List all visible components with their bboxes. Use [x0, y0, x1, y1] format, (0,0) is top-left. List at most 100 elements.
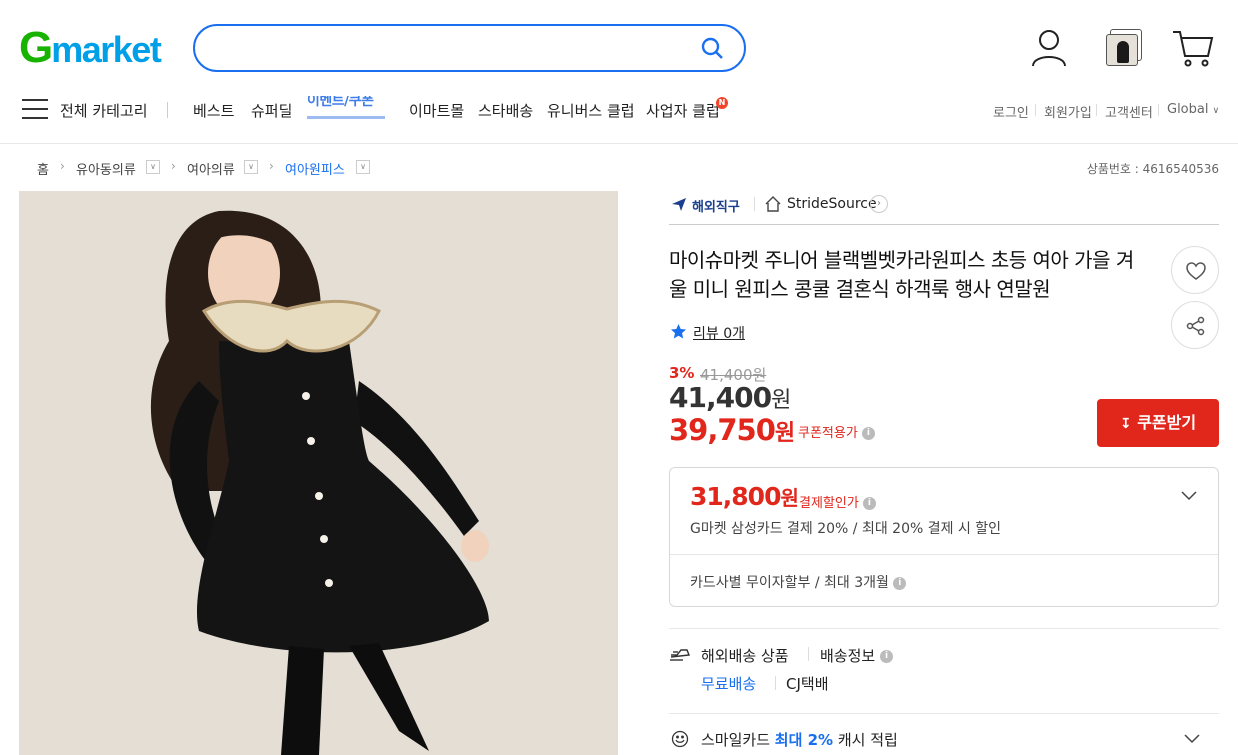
info-icon[interactable]: i [862, 497, 876, 510]
coupon-price: 39,750원 [669, 413, 795, 447]
share-icon [1186, 316, 1205, 336]
star-icon [671, 324, 686, 339]
product-photo [19, 191, 618, 755]
coupon-price-value: 39,750 [669, 413, 776, 447]
breadcrumb-dropdown[interactable]: ∨ [146, 160, 160, 174]
get-coupon-button[interactable]: ↧ 쿠폰받기 [1097, 399, 1219, 447]
menu-icon[interactable] [22, 99, 48, 121]
customer-center-link[interactable]: 고객센터 [1105, 102, 1153, 121]
smile-suffix: 캐시 적립 [837, 731, 898, 749]
seller-arrow-icon[interactable]: › [870, 195, 888, 213]
payment-benefit-box[interactable]: 31,800원 결제할인가 i G마켓 삼성카드 결제 20% / 최대 20%… [669, 467, 1219, 607]
nav-divider [167, 102, 168, 118]
nav-emart[interactable]: 이마트몰 [409, 100, 464, 121]
shipping-type: 해외배송 상품 [701, 647, 789, 665]
payment-price-unit: 원 [780, 486, 798, 510]
smile-prefix: 스마일카드 [701, 731, 771, 749]
login-link[interactable]: 로그인 [993, 102, 1029, 121]
breadcrumb-arrow-icon: › [269, 159, 274, 173]
payment-discount-label: 결제할인가 i [799, 492, 876, 511]
new-badge: N [716, 97, 728, 109]
chevron-down-icon: ∨ [1212, 106, 1220, 116]
sale-price-value: 41,400 [669, 381, 772, 414]
info-icon[interactable]: i [861, 427, 875, 440]
breadcrumb-item-dress[interactable]: 여아원피스 [285, 159, 345, 178]
nav-star-delivery[interactable]: 스타배송 [478, 100, 533, 121]
shipping-info-text: 배송정보 [820, 647, 876, 665]
breadcrumb-dropdown[interactable]: ∨ [356, 160, 370, 174]
breadcrumb-item-girls[interactable]: 여아의류 [187, 159, 235, 178]
divider [808, 647, 809, 661]
shipping-carrier: CJ택배 [786, 675, 829, 693]
logo-text: market [51, 29, 162, 70]
nav-business-club[interactable]: 사업자 클럽 [646, 100, 720, 121]
breadcrumb-item-kids[interactable]: 유아동의류 [76, 159, 136, 178]
smile-icon [671, 730, 689, 748]
overseas-direct-label: 해외직구 [692, 200, 740, 215]
divider [670, 554, 1218, 555]
search-input[interactable] [215, 36, 685, 60]
sale-price-unit: 원 [771, 388, 791, 413]
logo-g: G [19, 23, 53, 72]
breadcrumb-arrow-icon: › [171, 159, 176, 173]
smile-card-cashback: 스마일카드 최대 2% 캐시 적립 [701, 729, 898, 750]
product-title: 마이슈마켓 주니어 블랙벨벳카라원피스 초등 여아 가을 겨울 미니 원피스 콩… [669, 248, 1134, 301]
user-icon[interactable] [1027, 26, 1071, 70]
download-icon: ↧ [1119, 416, 1132, 432]
divider [669, 224, 1219, 225]
wishlist-button[interactable] [1171, 246, 1219, 294]
shipping-icon [670, 649, 690, 661]
util-divider [1035, 104, 1036, 116]
card-discount-desc: G마켓 삼성카드 결제 20% / 최대 20% 결제 시 할인 [690, 521, 1002, 537]
global-label: Global [1167, 102, 1209, 117]
smile-highlight: 최대 2% [774, 731, 834, 749]
coupon-price-label: 쿠폰적용가 i [798, 422, 875, 441]
payment-price-value: 31,800 [690, 482, 781, 511]
info-icon[interactable]: i [893, 576, 907, 590]
breadcrumb-home[interactable]: 홈 [37, 159, 49, 178]
search-box[interactable] [193, 24, 746, 72]
nav-superdeal[interactable]: 슈퍼딜 [251, 100, 292, 121]
discount-rate: 3% [669, 364, 695, 382]
shipping-info-link[interactable]: 배송정보 i [820, 645, 893, 666]
signup-link[interactable]: 회원가입 [1044, 102, 1092, 121]
sale-price: 41,400원 [669, 381, 791, 414]
chevron-down-icon[interactable] [1183, 733, 1201, 745]
search-icon[interactable] [700, 36, 724, 60]
info-icon[interactable]: i [879, 650, 893, 663]
installment-text: 카드사별 무이자할부 / 최대 3개월 [690, 575, 889, 591]
review-link[interactable]: 리뷰 0개 [693, 323, 745, 343]
divider [775, 676, 776, 690]
heart-icon [1186, 262, 1206, 280]
coupon-label-text: 쿠폰적용가 [798, 426, 858, 441]
all-category-button[interactable]: 전체 카테고리 [60, 100, 148, 121]
divider [669, 713, 1219, 714]
cart-icon[interactable] [1171, 26, 1215, 70]
nav-banner-text: 이벤트/쿠폰 [307, 96, 374, 109]
seller-name[interactable]: StrideSource [787, 196, 877, 212]
payment-label-text: 결제할인가 [799, 496, 859, 511]
nav-best[interactable]: 베스트 [193, 100, 234, 121]
get-coupon-label: 쿠폰받기 [1137, 413, 1197, 432]
product-image[interactable] [19, 191, 618, 755]
breadcrumb-arrow-icon: › [60, 159, 65, 173]
share-button[interactable] [1171, 301, 1219, 349]
coupon-price-unit: 원 [774, 421, 795, 446]
util-divider [1096, 104, 1097, 116]
chevron-down-icon[interactable] [1180, 490, 1198, 502]
goods-number: 상품번호 : 4616540536 [1086, 162, 1219, 176]
global-link[interactable]: Global ∨ [1167, 102, 1219, 117]
home-icon [765, 196, 781, 212]
header-divider [0, 143, 1238, 144]
installment-info: 카드사별 무이자할부 / 최대 3개월 i [690, 572, 907, 592]
recent-item-icon[interactable] [1104, 29, 1144, 69]
seller-divider [754, 197, 755, 211]
divider [669, 628, 1219, 629]
gmarket-logo[interactable]: Gmarket [19, 23, 162, 72]
plane-icon [672, 198, 686, 211]
breadcrumb-dropdown[interactable]: ∨ [244, 160, 258, 174]
nav-universe-club[interactable]: 유니버스 클럽 [547, 100, 635, 121]
recent-item-thumb [1106, 34, 1138, 66]
util-divider [1158, 104, 1159, 116]
nav-event-banner[interactable]: 이벤트/쿠폰 [307, 96, 391, 122]
